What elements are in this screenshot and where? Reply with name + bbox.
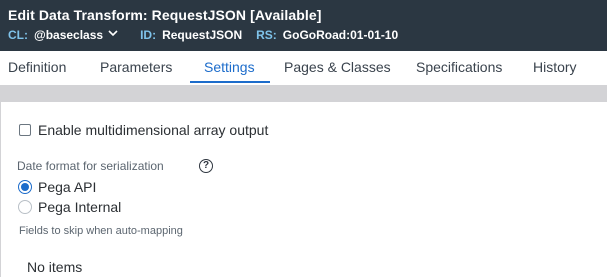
cl-key: CL: <box>8 28 28 42</box>
tab-settings[interactable]: Settings <box>204 51 255 85</box>
skip-fields-label: Fields to skip when auto-mapping <box>19 225 183 237</box>
tab-specifications[interactable]: Specifications <box>416 51 502 85</box>
radio-pega-api-label: Pega API <box>38 179 97 195</box>
tab-parameters[interactable]: Parameters <box>100 51 172 85</box>
rule-meta: CL: @baseclass ID: RequestJSON RS: GoGoR… <box>8 28 398 42</box>
radio-button-checked[interactable] <box>18 180 32 194</box>
radio-button-unchecked[interactable] <box>18 200 32 214</box>
help-icon[interactable]: ? <box>199 159 213 173</box>
rs-key: RS: <box>256 28 277 42</box>
radio-pega-internal-label: Pega Internal <box>38 199 122 215</box>
rule-header: Edit Data Transform: RequestJSON [Availa… <box>0 0 607 51</box>
tab-definition[interactable]: Definition <box>8 51 66 85</box>
chevron-down-icon[interactable] <box>108 29 118 40</box>
tab-history[interactable]: History <box>533 51 577 85</box>
cl-value[interactable]: @baseclass <box>34 28 103 42</box>
radio-pega-internal[interactable]: Pega Internal <box>18 199 121 215</box>
multidim-array-checkbox[interactable] <box>19 124 31 136</box>
active-tab-indicator <box>190 81 270 83</box>
rs-value: GoGoRoad:01-01-10 <box>282 28 399 42</box>
no-items-text: No items <box>27 259 83 275</box>
tab-bar: Definition Parameters Settings Pages & C… <box>0 51 607 85</box>
multidim-array-option[interactable]: Enable multidimensional array output <box>19 122 268 138</box>
date-format-label: Date format for serialization <box>17 159 164 173</box>
id-key: ID: <box>140 28 157 42</box>
rule-title: Edit Data Transform: RequestJSON [Availa… <box>8 7 322 23</box>
tab-pages-classes[interactable]: Pages & Classes <box>284 51 391 85</box>
content-separator <box>0 85 607 102</box>
multidim-array-label: Enable multidimensional array output <box>38 122 269 138</box>
radio-pega-api[interactable]: Pega API <box>18 179 96 195</box>
id-value: RequestJSON <box>162 28 243 42</box>
